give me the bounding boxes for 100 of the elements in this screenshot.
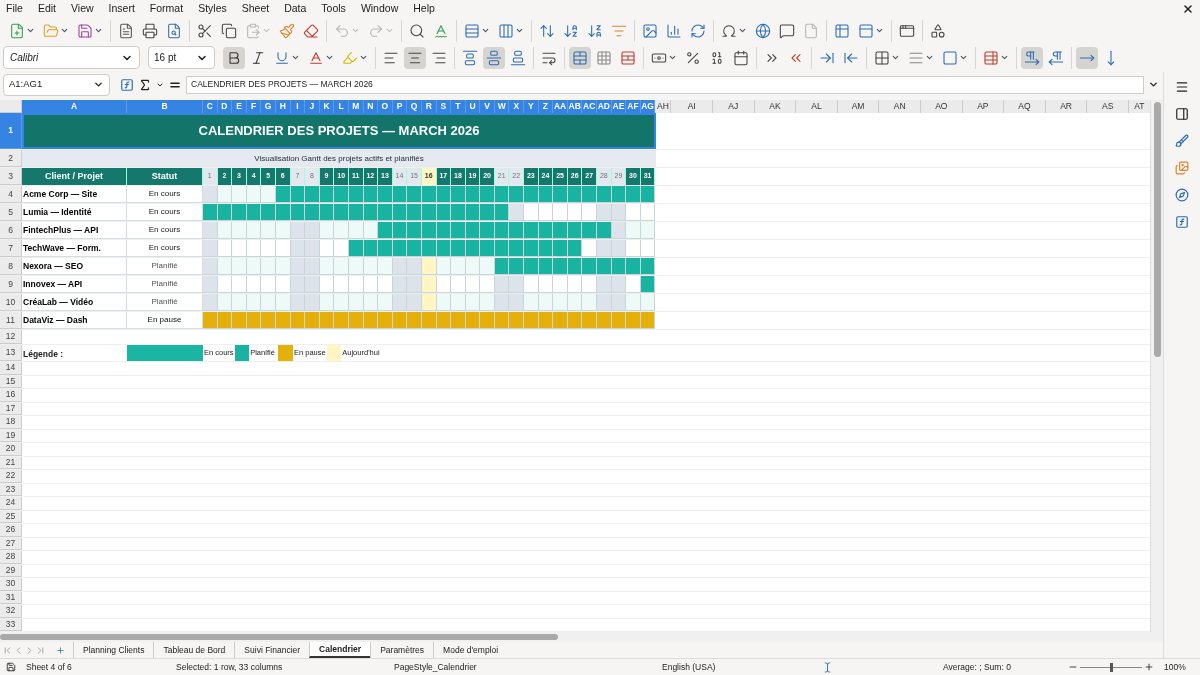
navigator-icon[interactable] [1175,188,1189,202]
menu-item[interactable]: Tools [321,1,346,17]
column-header[interactable]: AK [754,100,797,113]
row-header[interactable]: 24 [0,497,22,510]
formula-input[interactable]: CALENDRIER DES PROJETS — MARCH 2026 [186,75,1144,94]
row-header[interactable]: 16 [0,389,22,402]
column-header[interactable]: AJ [713,100,755,113]
gallery-icon[interactable] [1175,161,1189,175]
menu-item[interactable]: Sheet [241,1,270,17]
selection-mode-icon[interactable] [822,661,833,673]
row-header[interactable]: 9 [0,276,22,293]
row-header[interactable]: 12 [0,330,22,344]
row-header[interactable]: 6 [0,222,22,239]
expand-icon[interactable] [1148,79,1159,90]
column-header[interactable]: AC [582,100,598,113]
text-horizontal-button[interactable] [1076,46,1098,69]
functions-icon[interactable] [1175,215,1189,229]
sheet-tab[interactable]: Mode d'emploi [433,642,508,658]
row-header[interactable]: 13 [0,345,22,361]
row-header[interactable]: 8 [0,258,22,275]
caret-icon [60,26,69,35]
font-size-field[interactable]: 16 pt [148,46,215,69]
column-header[interactable]: O [378,100,393,113]
column-header[interactable]: B [127,100,203,113]
menu-item[interactable]: Window [360,1,399,17]
column-header[interactable]: AA [553,100,568,113]
menu-item[interactable]: Edit [37,1,56,17]
column-header[interactable]: V [480,100,495,113]
row-header[interactable]: 26 [0,524,22,537]
styles-icon[interactable] [1175,134,1189,148]
column-header[interactable]: J [305,100,320,113]
column-header[interactable]: AL [796,100,838,113]
menu-item[interactable]: File [6,1,23,17]
column-header[interactable]: T [451,100,466,113]
column-header[interactable]: C [203,100,218,113]
header-cell: Statut [127,168,203,185]
menu-item[interactable]: Insert [108,1,135,17]
vertical-scrollbar[interactable] [1150,100,1163,632]
sheet-tab[interactable]: Planning Clients [73,642,154,658]
column-header[interactable]: Q [407,100,422,113]
function-wizard-icon[interactable] [120,77,134,92]
column-header[interactable]: L [334,100,349,113]
row-header[interactable]: 14 [0,362,22,375]
menu-item[interactable]: Data [284,1,307,17]
row-header[interactable]: 4 [0,186,22,203]
menu-item[interactable]: Format [149,1,184,17]
menu-item[interactable]: View [71,1,94,17]
bold-button[interactable] [223,46,245,69]
sheet-tab[interactable]: Tableau de Bord [153,642,235,658]
zoom-in-icon[interactable] [1144,662,1154,672]
horizontal-scrollbar[interactable] [0,632,1163,642]
column-header[interactable]: A [22,100,127,113]
menu-item[interactable]: Help [413,1,435,17]
font-name-field[interactable]: Calibri [3,46,140,69]
corner-cell[interactable] [0,100,22,113]
align-center-button[interactable] [404,46,426,69]
column-header[interactable]: AT [1128,100,1150,113]
column-header[interactable]: X [509,100,525,113]
column-header[interactable]: G [261,100,276,113]
column-header[interactable]: AO [920,100,963,113]
row-header[interactable]: 32 [0,605,22,618]
sheet-tab[interactable]: Paramètres [370,642,434,658]
sheet-tab[interactable]: Calendrier [309,642,371,658]
column-header[interactable]: E [232,100,247,113]
row-header[interactable]: 28 [0,551,22,564]
close-icon[interactable] [1182,3,1194,15]
name-box[interactable]: A1:AG1 [3,73,110,96]
column-header[interactable]: AI [671,100,713,113]
zoom-slider[interactable] [1080,662,1142,672]
row-header[interactable]: 18 [0,416,22,429]
project-cell: FintechPlus — API [22,222,127,239]
row-header[interactable]: 20 [0,443,22,456]
row-header[interactable]: 10 [0,294,22,311]
menu-item[interactable]: Styles [198,1,227,17]
column-header[interactable]: AQ [1004,100,1046,113]
column-header[interactable]: AF [626,100,641,113]
column-header[interactable]: AP [962,100,1005,113]
row-header[interactable]: 11 [0,312,22,329]
column-header[interactable]: Y [524,100,539,113]
column-header[interactable]: AR [1045,100,1088,113]
left-to-right-button[interactable] [1021,46,1043,69]
zoom-thumb[interactable] [1109,662,1113,672]
add-sheet-icon[interactable] [56,645,65,655]
column-header[interactable]: AD [597,100,612,113]
column-header[interactable]: AN [879,100,921,113]
row-header[interactable]: 3 [0,168,22,185]
row-header[interactable]: 1 [0,113,22,149]
row-header[interactable]: 2 [0,150,22,167]
align-middle-button[interactable] [483,46,505,69]
merge-center-button[interactable] [569,46,591,69]
column-header[interactable]: AS [1087,100,1129,113]
sum-icon[interactable] [138,77,152,92]
row-header[interactable]: 22 [0,470,22,483]
row-header[interactable]: 7 [0,240,22,257]
column-header[interactable]: AM [837,100,880,113]
menu-icon[interactable] [1175,80,1189,94]
properties-icon[interactable] [1175,107,1189,121]
column-header[interactable]: AH [655,100,672,113]
row-header[interactable]: 30 [0,578,22,591]
row-header[interactable]: 5 [0,204,22,221]
